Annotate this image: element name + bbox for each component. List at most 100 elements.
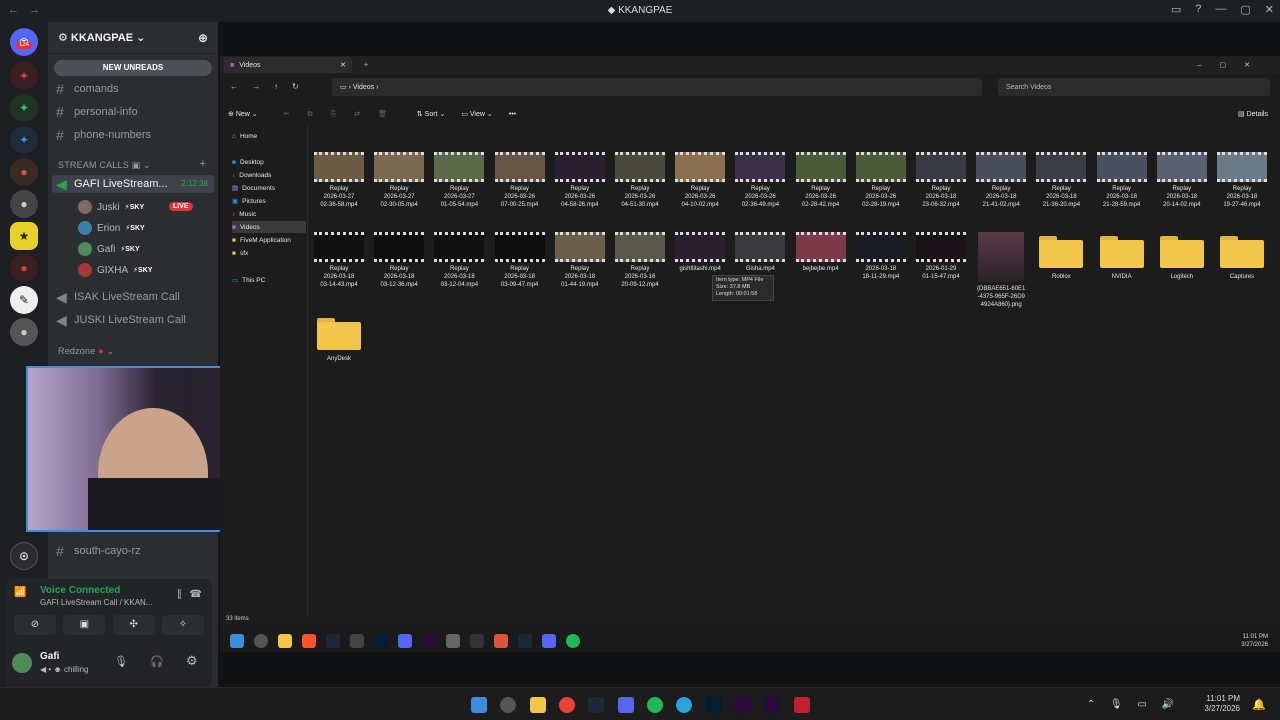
voice-channel-gafi[interactable]: ◀ GAFI LiveStream... bbox=[56, 175, 168, 193]
more-options-icon[interactable]: ••• bbox=[509, 111, 516, 118]
app-icon[interactable] bbox=[446, 634, 460, 648]
file-item[interactable]: Replay 2026-03-26 02-28-42.mp4 bbox=[792, 152, 850, 209]
file-item[interactable]: Replay 2026-03-16 20-09-12.mp4 bbox=[611, 232, 669, 289]
help-icon[interactable]: ? bbox=[1195, 3, 1201, 16]
file-item[interactable]: Replay 2026-03-18 03-12-04.mp4 bbox=[430, 232, 488, 289]
steam-icon[interactable] bbox=[518, 634, 532, 648]
navigation-arrows[interactable]: ←→↑↻ bbox=[230, 82, 313, 91]
server-icon[interactable]: ● bbox=[10, 190, 38, 218]
channel-south-cayo-rz[interactable]: # south-cayo-rz bbox=[56, 542, 141, 560]
new-unreads-button[interactable]: NEW UNREADS bbox=[54, 60, 212, 76]
discord-icon[interactable] bbox=[542, 634, 556, 648]
file-item[interactable]: Replay 2026-03-26 04-10-02.mp4 bbox=[671, 152, 729, 209]
search-icon[interactable] bbox=[500, 697, 516, 713]
nav-home[interactable]: ⌂ Home bbox=[232, 130, 306, 142]
voice-status[interactable]: Voice Connected bbox=[40, 585, 120, 596]
file-item[interactable]: Replay 2026-03-26 04-58-26.mp4 bbox=[551, 152, 609, 209]
noise-suppression-icon[interactable]: ∥ bbox=[177, 589, 182, 600]
category-stream-calls[interactable]: STREAM CALLS ▣ ⌄ bbox=[58, 160, 151, 171]
edit-actions[interactable]: ✂⧉⎘⇄🗑 bbox=[284, 110, 405, 119]
file-item[interactable]: Replay 2026-03-18 03-12-36.mp4 bbox=[370, 232, 428, 289]
voice-user[interactable]: Juski ⚡SKY bbox=[78, 199, 144, 215]
file-item[interactable]: Replay 2026-03-18 01-44-19.mp4 bbox=[551, 232, 609, 289]
voice-user[interactable]: Erion ⚡SKY bbox=[78, 220, 145, 236]
file-item[interactable]: Replay 2026-03-18 20-14-02.mp4 bbox=[1153, 152, 1211, 209]
discord-icon[interactable] bbox=[398, 634, 412, 648]
nav-music[interactable]: ♪ Music bbox=[232, 208, 306, 220]
chrome-icon[interactable] bbox=[559, 697, 575, 713]
file-item[interactable]: Replay 2026-03-26 02-36-49.mp4 bbox=[731, 152, 789, 209]
tab-videos[interactable]: ■ Videos ✕ bbox=[224, 57, 352, 73]
server-icon[interactable]: ● bbox=[10, 158, 38, 186]
inner-clock[interactable]: 11:01 PM 3/27/2026 bbox=[1241, 633, 1268, 649]
nav-sfx[interactable]: ■ sfx bbox=[232, 247, 306, 259]
premiere-icon[interactable] bbox=[764, 697, 780, 713]
outer-clock[interactable]: 11:01 PM 3/27/2026 bbox=[1204, 694, 1240, 714]
nav-videos[interactable]: ■ Videos bbox=[232, 221, 306, 233]
search-input[interactable]: Search Videos bbox=[998, 78, 1270, 96]
voice-channel-juski[interactable]: ◀ JUSKI LiveStream Call bbox=[56, 311, 186, 329]
notification-bell-icon[interactable]: 🔔 bbox=[1252, 698, 1266, 711]
app-icon[interactable] bbox=[494, 634, 508, 648]
server-header[interactable]: ⚙ KKANGPAE ⌄ ⊕ bbox=[48, 22, 218, 54]
server-icon[interactable]: ● bbox=[10, 318, 38, 346]
sort-button[interactable]: ⇅ Sort ⌄ bbox=[417, 110, 445, 118]
category-redzone[interactable]: Redzone ● ⌄ bbox=[58, 346, 114, 357]
telegram-icon[interactable] bbox=[676, 697, 692, 713]
close-button[interactable]: ✕ bbox=[1265, 3, 1274, 16]
channel-comands[interactable]: # comands bbox=[56, 80, 119, 98]
premiere-icon[interactable] bbox=[735, 697, 751, 713]
activities-button[interactable]: ✣ bbox=[112, 615, 155, 635]
file-item[interactable]: {DBBAE651-60E1 -4375-965F-26D9 4924A860}.p… bbox=[972, 232, 1030, 309]
file-item[interactable]: Gisha.mp4 bbox=[731, 232, 789, 273]
user-name[interactable]: Gafi bbox=[40, 651, 59, 662]
nav-documents[interactable]: ▤ Documents bbox=[232, 182, 306, 194]
file-item[interactable]: Replay 2026-03-18 23-06-32.mp4 bbox=[912, 152, 970, 209]
start-icon[interactable] bbox=[471, 697, 487, 713]
server-icon[interactable]: ✎ bbox=[10, 286, 38, 314]
server-icon[interactable]: ● bbox=[10, 254, 38, 282]
channel-phone-numbers[interactable]: # phone-numbers bbox=[56, 126, 151, 144]
file-item[interactable]: Replay 2026-03-18 21-41-02.mp4 bbox=[972, 152, 1030, 209]
maximize-button[interactable]: ▢ bbox=[1240, 3, 1250, 16]
folder-item[interactable]: AnyDesk bbox=[310, 316, 368, 363]
start-icon[interactable] bbox=[230, 634, 244, 648]
explorer-window-controls[interactable]: –▢✕ bbox=[1198, 61, 1268, 69]
voice-user[interactable]: Gafi ⚡SKY bbox=[78, 241, 140, 257]
file-item[interactable]: Replay 2026-03-26 04-51-30.mp4 bbox=[611, 152, 669, 209]
screen-share-button[interactable]: ▣ bbox=[63, 615, 106, 635]
system-tray[interactable]: ⌃ 🎙 ▭ 🔊 bbox=[1087, 699, 1180, 710]
nav-desktop[interactable]: ■ Desktop bbox=[232, 156, 306, 168]
camera-off-button[interactable]: ⊘ bbox=[14, 615, 56, 635]
server-icon[interactable]: ★ bbox=[10, 222, 38, 250]
photoshop-icon[interactable] bbox=[374, 634, 388, 648]
server-icon[interactable]: ✦ bbox=[10, 94, 38, 122]
details-button[interactable]: ▤ Details bbox=[1238, 110, 1268, 118]
file-item[interactable]: bejbejbe.mp4 bbox=[792, 232, 850, 273]
voice-user[interactable]: GIXHA ⚡SKY bbox=[78, 262, 152, 278]
voice-channel-isak[interactable]: ◀ ISAK LiveStream Call bbox=[56, 288, 180, 306]
nav-fivem[interactable]: ■ FiveM Application bbox=[232, 234, 306, 246]
file-item[interactable]: Replay 2026-03-18 21-28-59.mp4 bbox=[1093, 152, 1151, 209]
view-button[interactable]: ▭ View ⌄ bbox=[461, 110, 492, 118]
photoshop-icon[interactable] bbox=[706, 697, 722, 713]
file-explorer-icon[interactable] bbox=[530, 697, 546, 713]
microphone-icon[interactable]: 🎙 bbox=[114, 655, 128, 668]
steam-icon[interactable] bbox=[326, 634, 340, 648]
steam-icon[interactable] bbox=[588, 697, 604, 713]
file-item[interactable]: Replay 2026-03-18 03-14-43.mp4 bbox=[310, 232, 368, 289]
minimize-button[interactable]: — bbox=[1215, 3, 1226, 16]
file-item[interactable]: 2026-03-18 18-11-29.mp4 bbox=[852, 232, 910, 281]
nav-this-pc[interactable]: ▭ This PC bbox=[232, 274, 306, 286]
spotify-icon[interactable] bbox=[566, 634, 580, 648]
file-item[interactable]: Replay 2026-03-26 07-00-25.mp4 bbox=[491, 152, 549, 209]
file-explorer-icon[interactable] bbox=[278, 634, 292, 648]
file-item[interactable]: gishtlitashi.mp4 bbox=[671, 232, 729, 273]
new-tab-icon[interactable]: + bbox=[364, 62, 368, 69]
channel-personal-info[interactable]: # personal-info bbox=[56, 103, 138, 121]
address-bar[interactable]: ▭ › Videos › bbox=[332, 78, 982, 96]
file-item[interactable]: Replay 2026-03-18 03-09-47.mp4 bbox=[491, 232, 549, 289]
folder-item[interactable]: Captures bbox=[1213, 234, 1271, 281]
disconnect-icon[interactable]: ☎ bbox=[190, 589, 202, 600]
voice-channel-label[interactable]: GAFI LiveStream Call / KKAN... bbox=[40, 598, 152, 607]
